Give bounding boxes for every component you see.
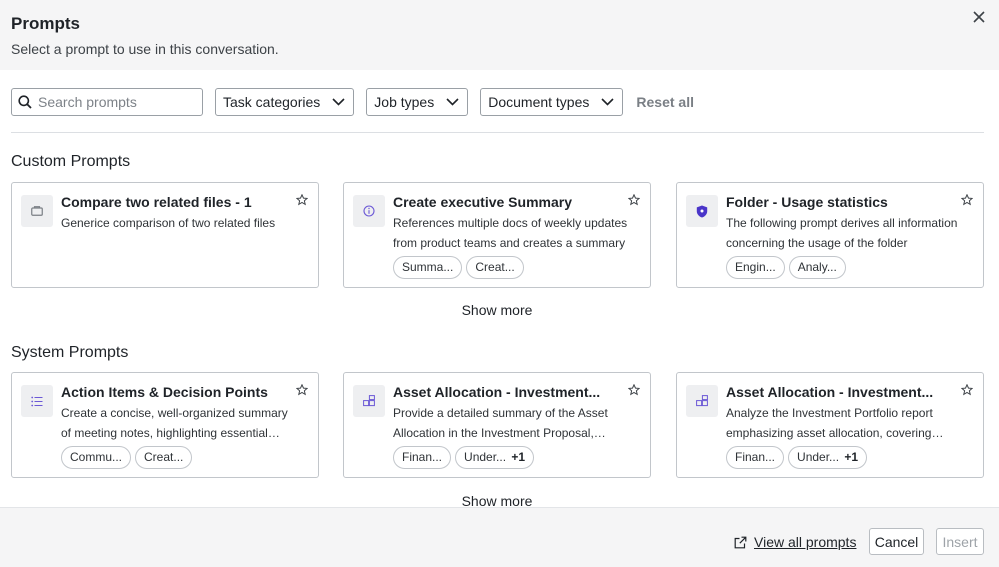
card-title: Asset Allocation - Investment... [726, 384, 934, 400]
tag-list: Finan... Under... +1 [393, 446, 538, 469]
tag[interactable]: Engin... [726, 256, 785, 279]
tag[interactable]: Creat... [135, 446, 193, 469]
prompt-card[interactable]: Compare two related files - 1 Generice c… [11, 182, 319, 288]
tag-label: Under... [464, 450, 507, 464]
tag[interactable]: Analy... [788, 256, 846, 279]
chevron-down-icon [446, 98, 459, 106]
card-description: Provide a detailed summary of the Asset … [393, 406, 608, 440]
star-icon[interactable] [295, 193, 309, 206]
tag-list: Commu... Creat... [61, 446, 196, 469]
dropdown-label: Task categories [223, 94, 321, 110]
show-more-custom-button[interactable]: Show more [0, 302, 994, 318]
tag[interactable]: Summa... [393, 256, 463, 279]
star-icon[interactable] [627, 383, 641, 396]
star-icon[interactable] [960, 193, 974, 206]
search-input[interactable] [38, 92, 198, 112]
star-icon[interactable] [960, 383, 974, 396]
search-icon [18, 95, 32, 109]
prompt-card[interactable]: Action Items & Decision Points Create a … [11, 372, 319, 478]
cancel-button[interactable]: Cancel [869, 528, 924, 555]
tag[interactable]: Commu... [61, 446, 132, 469]
star-icon[interactable] [627, 193, 641, 206]
insert-button[interactable]: Insert [936, 528, 984, 555]
close-icon[interactable] [970, 8, 988, 26]
chevron-down-icon [332, 98, 345, 106]
prompt-card[interactable]: Asset Allocation - Investment... Provide… [343, 372, 651, 478]
prompt-card[interactable]: Create executive Summary References mult… [343, 182, 651, 288]
document-types-dropdown[interactable]: Document types [480, 88, 624, 116]
dialog-header: Prompts Select a prompt to use in this c… [0, 0, 999, 70]
job-types-dropdown[interactable]: Job types [366, 88, 469, 116]
view-all-label: View all prompts [754, 534, 857, 550]
tag-list: Finan... Under... +1 [726, 446, 871, 469]
card-description: Create a concise, well-organized summary… [61, 406, 288, 440]
tag-label: Under... [797, 450, 840, 464]
star-icon[interactable] [295, 383, 309, 396]
divider [11, 132, 984, 133]
card-title: Compare two related files - 1 [61, 194, 252, 210]
card-title: Asset Allocation - Investment... [393, 384, 601, 400]
system-prompts-heading: System Prompts [11, 344, 129, 361]
list-icon [21, 385, 53, 417]
dropdown-label: Document types [488, 94, 590, 110]
custom-prompts-heading: Custom Prompts [11, 153, 131, 170]
dialog-subtitle: Select a prompt to use in this conversat… [11, 41, 279, 57]
info-icon [353, 195, 385, 227]
card-description: References multiple docs of weekly updat… [393, 216, 628, 250]
filter-bar: Task categories Job types Document types… [11, 88, 694, 116]
prompt-card[interactable]: Asset Allocation - Investment... Analyze… [676, 372, 984, 478]
card-title: Action Items & Decision Points [61, 384, 268, 400]
tag[interactable]: Under... +1 [788, 446, 868, 469]
tag[interactable]: Finan... [726, 446, 785, 469]
card-description: The following prompt derives all informa… [726, 216, 958, 250]
dialog-footer: View all prompts Cancel Insert [0, 507, 999, 567]
extra-count: +1 [844, 450, 859, 464]
task-categories-dropdown[interactable]: Task categories [215, 88, 355, 116]
reset-all-button[interactable]: Reset all [636, 94, 694, 110]
folder-icon [21, 195, 53, 227]
view-all-prompts-link[interactable]: View all prompts [734, 534, 856, 550]
card-title: Folder - Usage statistics [726, 194, 888, 210]
prompt-card[interactable]: Folder - Usage statistics The following … [676, 182, 984, 288]
chevron-down-icon [601, 98, 614, 106]
widgets-icon [353, 385, 385, 417]
dialog-title: Prompts [11, 14, 80, 33]
shield-icon [686, 195, 718, 227]
tag[interactable]: Finan... [393, 446, 452, 469]
card-description: Analyze the Investment Portfolio report … [726, 406, 933, 440]
tag[interactable]: Under... +1 [455, 446, 535, 469]
dropdown-label: Job types [374, 94, 435, 110]
widgets-icon [686, 385, 718, 417]
card-title: Create executive Summary [393, 194, 572, 210]
external-link-icon [734, 536, 747, 548]
card-description: Generice comparison of two related files [61, 216, 276, 230]
tag-list: Summa... Creat... [393, 256, 528, 279]
tag-list: Engin... Analy... [726, 256, 850, 279]
search-box[interactable] [11, 88, 203, 116]
extra-count: +1 [511, 450, 526, 464]
tag[interactable]: Creat... [466, 256, 524, 279]
